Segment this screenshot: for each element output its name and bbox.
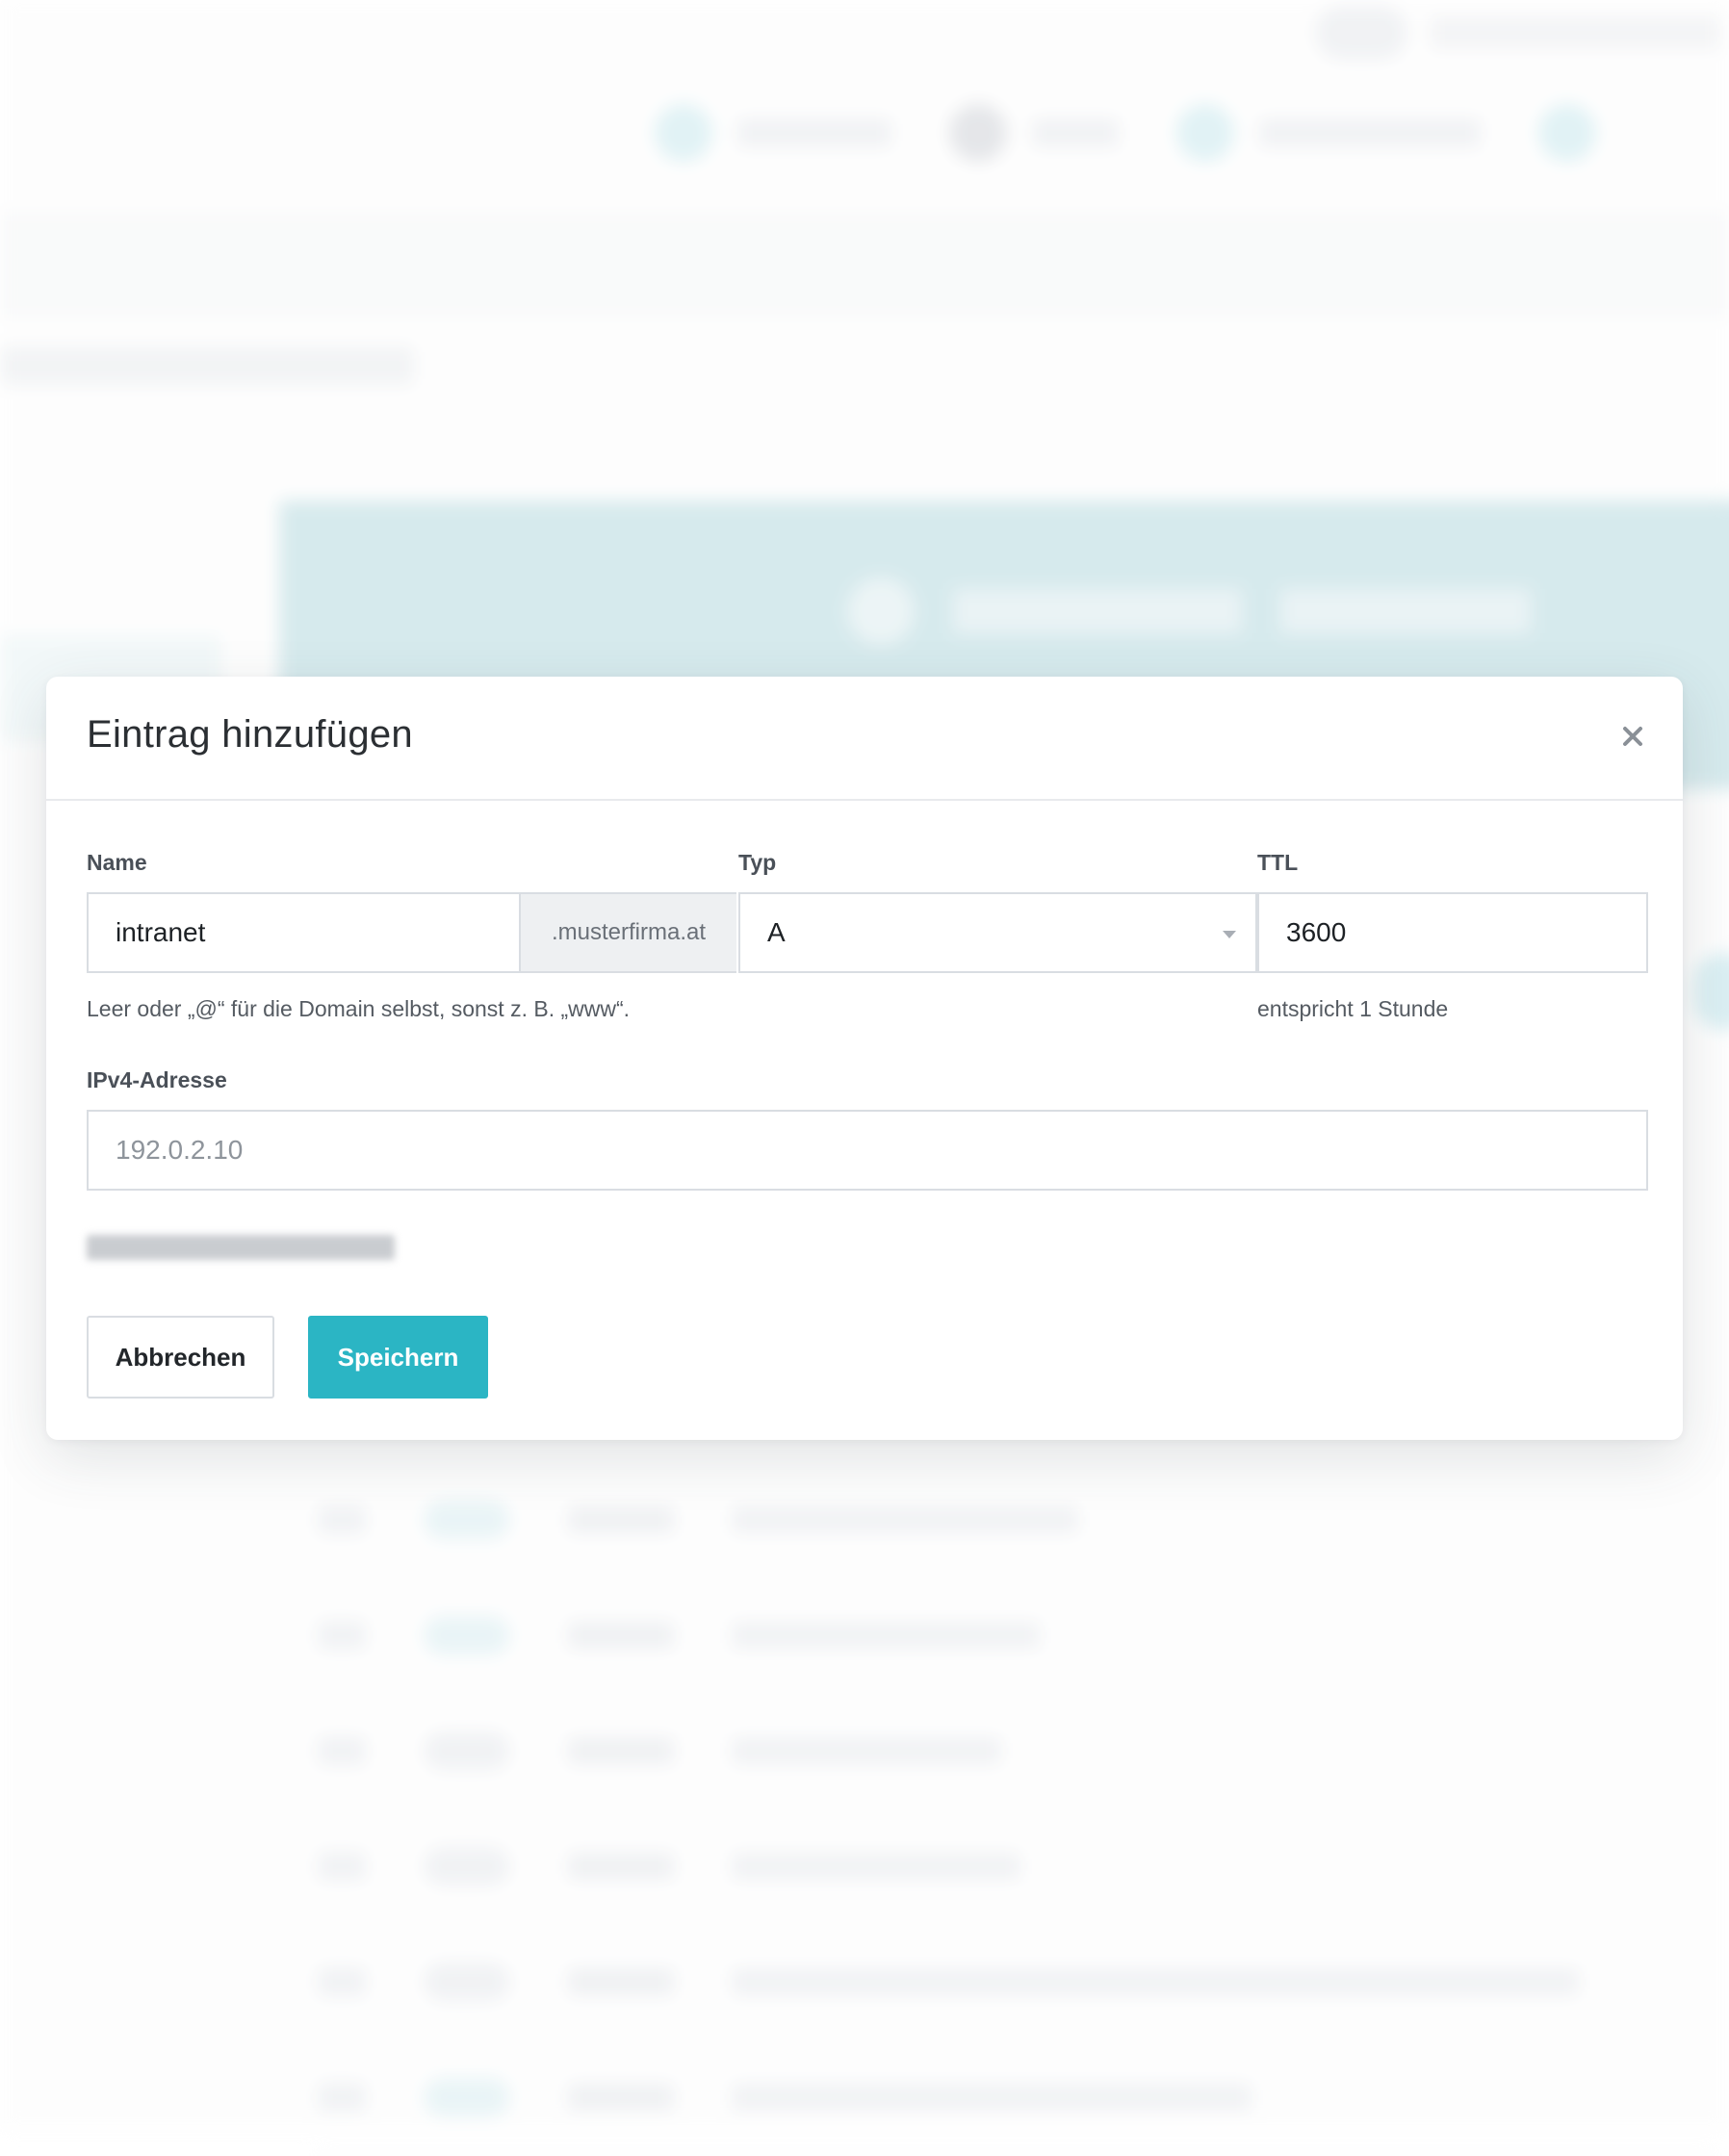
ttl-input-value: 3600: [1286, 917, 1347, 947]
ipv4-label: IPv4-Adresse: [87, 1067, 227, 1092]
save-button[interactable]: Speichern: [308, 1316, 488, 1399]
name-help-text: Leer oder „@“ für die Domain selbst, son…: [87, 996, 631, 1021]
name-input-value: intranet: [116, 917, 206, 947]
chevron-down-icon: [1223, 931, 1236, 938]
ipv4-help-text-obscured: [87, 1235, 395, 1264]
dialog-title: Eintrag hinzufügen: [87, 713, 413, 756]
domain-suffix: .musterfirma.at: [521, 892, 736, 973]
type-select[interactable]: A: [738, 892, 1257, 973]
ipv4-placeholder: 192.0.2.10: [116, 1135, 244, 1165]
ttl-label: TTL: [1257, 850, 1299, 875]
type-label: Typ: [738, 850, 777, 875]
ipv4-input[interactable]: 192.0.2.10: [87, 1110, 1648, 1191]
type-select-value: A: [767, 917, 786, 947]
add-record-dialog: Eintrag hinzufügen Name intranet .muster…: [46, 677, 1683, 1440]
cancel-button[interactable]: Abbrechen: [87, 1316, 274, 1399]
ttl-help-text: entspricht 1 Stunde: [1257, 996, 1449, 1021]
dialog-header: Eintrag hinzufügen: [46, 677, 1683, 801]
ttl-input[interactable]: 3600: [1257, 892, 1648, 973]
name-label: Name: [87, 850, 147, 875]
name-input[interactable]: intranet: [87, 892, 521, 973]
close-icon: [1623, 727, 1642, 746]
close-button[interactable]: [1612, 715, 1654, 757]
